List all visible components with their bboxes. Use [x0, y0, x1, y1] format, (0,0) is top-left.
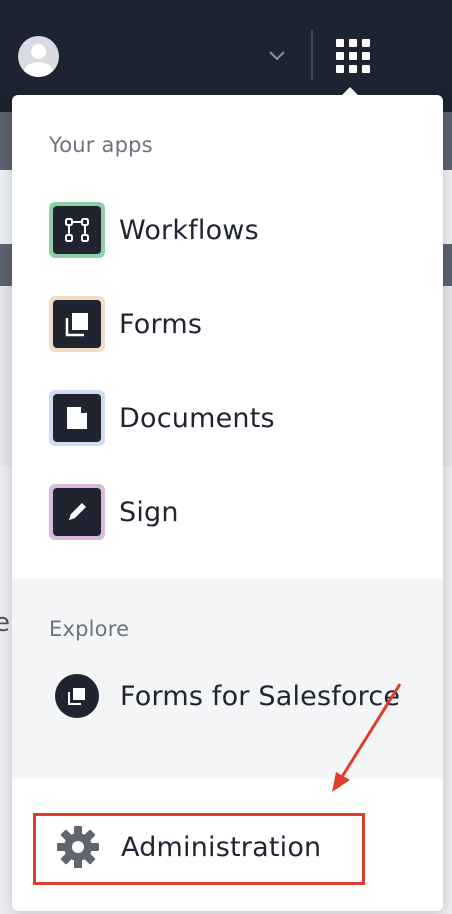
your-apps-heading: Your apps — [49, 133, 153, 157]
app-tile-workflows — [49, 202, 105, 258]
app-item-documents[interactable]: Documents — [49, 389, 429, 447]
forms-for-salesforce-icon — [55, 674, 99, 718]
app-tile-sign — [49, 484, 105, 540]
gear-icon — [57, 826, 99, 868]
app-label-documents: Documents — [119, 402, 275, 434]
app-tile-forms — [49, 296, 105, 352]
user-avatar-icon[interactable] — [18, 36, 59, 77]
app-label-sign: Sign — [119, 496, 179, 528]
app-tile-documents — [49, 390, 105, 446]
topbar-divider — [311, 30, 313, 80]
administration-label: Administration — [121, 831, 322, 863]
forms-icon — [65, 313, 88, 337]
administration-menu-item[interactable]: Administration — [55, 817, 435, 877]
app-item-workflows[interactable]: Workflows — [49, 201, 429, 259]
documents-icon — [67, 407, 87, 429]
app-label-workflows: Workflows — [119, 214, 259, 246]
explore-section: Explore Forms for Salesforce — [12, 579, 443, 779]
app-item-forms[interactable]: Forms — [49, 295, 429, 353]
explore-label-forms-for-salesforce: Forms for Salesforce — [120, 680, 401, 712]
sign-pencil-icon — [69, 503, 86, 520]
workflows-icon — [65, 218, 89, 242]
app-switcher-dropdown: Your apps Workflows Forms Documents Sign… — [12, 95, 443, 911]
app-label-forms: Forms — [119, 308, 203, 340]
explore-item-forms-for-salesforce[interactable]: Forms for Salesforce — [55, 673, 435, 719]
chevron-down-icon[interactable] — [268, 48, 286, 62]
app-item-sign[interactable]: Sign — [49, 483, 429, 541]
background-text-fragment: e — [0, 608, 10, 638]
explore-heading: Explore — [49, 617, 130, 641]
app-grid-icon[interactable] — [336, 39, 370, 73]
